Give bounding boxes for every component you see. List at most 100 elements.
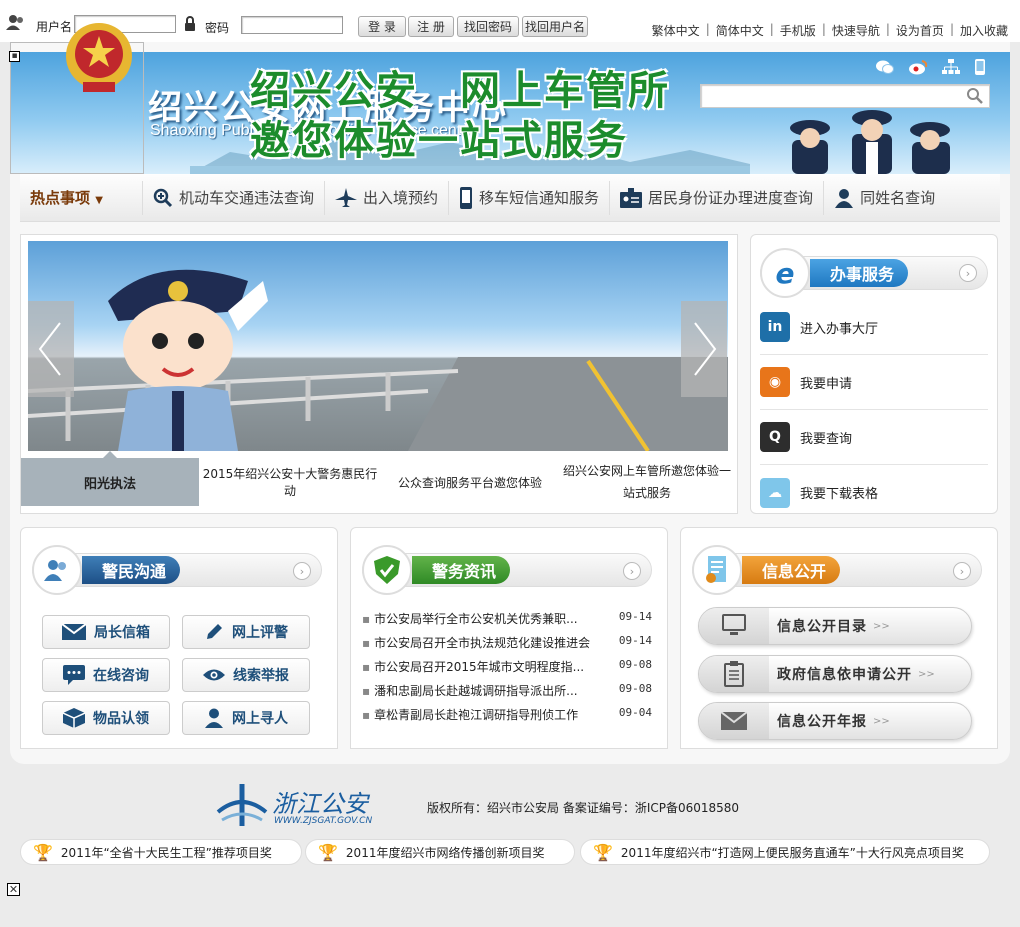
slide-next-button[interactable]	[681, 301, 727, 397]
award-item[interactable]: 🏆 2011年“全省十大民生工程”推荐项目奖	[20, 839, 302, 865]
search-icon[interactable]	[966, 87, 984, 105]
service-item-label: 进入办事大厅	[800, 321, 879, 337]
banner-icons	[876, 59, 986, 75]
service-item-label: 我要申请	[800, 376, 853, 392]
slide-caption-active[interactable]: 阳光执法	[21, 458, 199, 506]
recover-password-button[interactable]: 找回密码	[457, 16, 519, 37]
person-icon	[205, 708, 223, 728]
button-label: 信息公开目录	[777, 619, 867, 635]
police-officers-image	[790, 110, 950, 174]
news-date: 09-08	[618, 658, 652, 671]
nav-item-exit-entry[interactable]: 出入境预约	[324, 180, 448, 215]
award-item[interactable]: 🏆 2011年度绍兴市“打造网上便民服务直通车”十大行风亮点项目奖	[580, 839, 990, 865]
box-icon	[63, 708, 85, 728]
slide-image[interactable]	[28, 241, 728, 451]
button-label: 物品认领	[93, 711, 149, 727]
news-title: 市公安局举行全市公安机关优秀兼职...	[374, 612, 578, 626]
clue-report-button[interactable]: 线索举报	[182, 658, 310, 692]
police-communication-title: 警民沟通	[82, 556, 180, 584]
trophy-icon: 🏆	[33, 842, 53, 862]
news-item[interactable]: ▪ 市公安局召开全市执法规范化建设推进会 09-14	[362, 634, 652, 651]
logo-url: WWW.ZJSGAT.GOV.CN	[274, 816, 373, 826]
award-item[interactable]: 🏆 2011年度绍兴市网络传播创新项目奖	[305, 839, 575, 865]
logo-text: 浙江公安	[272, 790, 368, 818]
service-item-apply[interactable]: ◉ 我要申请	[760, 355, 988, 410]
info-annual-report-button[interactable]: 信息公开年报 >>	[698, 702, 972, 740]
police-more-button[interactable]: ›	[293, 562, 311, 580]
register-button[interactable]: 注 册	[408, 16, 454, 37]
slide-caption[interactable]: 公众查询服务平台邀您体验	[390, 458, 550, 506]
chevron-right-icon	[694, 322, 717, 376]
news-title: 市公安局召开2015年城市文明程度指...	[374, 660, 585, 674]
ie-icon: e	[760, 248, 810, 298]
news-item[interactable]: ▪ 章松青副局长赴袍江调研指导刑侦工作 09-04	[362, 706, 652, 723]
nav-item-move-car-sms[interactable]: 移车短信通知服务	[448, 180, 609, 215]
mobile-phone-icon	[460, 186, 473, 209]
hot-items-dropdown[interactable]: 热点事项 ▼	[20, 187, 142, 208]
news-more-button[interactable]: ›	[623, 562, 641, 580]
envelope-icon	[62, 624, 86, 640]
link-mobile[interactable]: 手机版	[774, 22, 822, 39]
button-label: 信息公开年报	[777, 714, 867, 730]
slide-prev-button[interactable]	[28, 301, 74, 397]
news-item[interactable]: ▪ 市公安局召开2015年城市文明程度指... 09-08	[362, 658, 652, 675]
news-title: 潘和忠副局长赴越城调研指导派出所...	[374, 684, 578, 698]
nav-item-label: 同姓名查询	[860, 189, 936, 207]
nav-item-label: 居民身份证办理进度查询	[648, 189, 814, 207]
copyright-text: 版权所有：绍兴市公安局 备案证编号：浙ICP备06018580	[427, 801, 740, 815]
rate-police-button[interactable]: 网上评警	[182, 615, 310, 649]
police-logo-icon	[216, 784, 268, 826]
login-button[interactable]: 登 录	[358, 16, 406, 37]
button-label: 线索举报	[233, 668, 289, 684]
mailbox-button[interactable]: 局长信箱	[42, 615, 170, 649]
info-catalog-button[interactable]: 信息公开目录 >>	[698, 607, 972, 645]
info-more-button[interactable]: ›	[953, 562, 971, 580]
nav-item-id-card-progress[interactable]: 居民身份证办理进度查询	[609, 180, 823, 215]
pencil-icon	[207, 624, 222, 639]
weibo-icon[interactable]	[908, 59, 928, 75]
link-simplified-chinese[interactable]: 简体中文	[710, 22, 770, 39]
banner-search-input[interactable]	[700, 84, 990, 108]
service-item-label: 我要查询	[800, 431, 853, 447]
service-more-button[interactable]: ›	[959, 264, 977, 282]
sitemap-icon[interactable]	[942, 59, 960, 75]
link-set-homepage[interactable]: 设为首页	[890, 22, 950, 39]
link-quick-nav[interactable]: 快速导航	[826, 22, 886, 39]
slide-headline-2: 邀您体验一站式服务	[250, 117, 628, 164]
trophy-icon: 🏆	[318, 842, 338, 862]
caption-pointer	[103, 451, 117, 458]
police-news-title: 警务资讯	[412, 556, 510, 584]
find-person-button[interactable]: 网上寻人	[182, 701, 310, 735]
password-label: 密码	[205, 21, 230, 35]
mobile-icon[interactable]	[974, 59, 986, 75]
service-item-download[interactable]: ☁ 我要下载表格	[760, 465, 988, 520]
user-icon	[6, 15, 23, 30]
slide-caption[interactable]: 绍兴公安网上车管所邀您体验一站式服务	[560, 458, 734, 506]
cartoon-police-image	[108, 269, 268, 451]
item-claim-button[interactable]: 物品认领	[42, 701, 170, 735]
search-icon: Q	[760, 422, 790, 452]
news-date: 09-14	[618, 610, 652, 623]
magnifier-plus-icon	[153, 188, 173, 207]
info-apply-button[interactable]: 政府信息依申请公开 >>	[698, 655, 972, 693]
news-item[interactable]: ▪ 潘和忠副局长赴越城调研指导派出所... 09-08	[362, 682, 652, 699]
online-consult-button[interactable]: 在线咨询	[42, 658, 170, 692]
close-icon[interactable]: ▪	[9, 51, 20, 62]
recover-username-button[interactable]: 找回用户名	[522, 16, 588, 37]
chat-bubble-icon	[63, 665, 85, 685]
link-traditional-chinese[interactable]: 繁体中文	[646, 22, 706, 39]
news-item[interactable]: ▪ 市公安局举行全市公安机关优秀兼职... 09-14	[362, 610, 652, 627]
nav-item-traffic-violation[interactable]: 机动车交通违法查询	[142, 180, 324, 215]
arrow-glyph: >>	[873, 620, 890, 632]
news-date: 09-04	[618, 706, 652, 719]
link-add-favorite[interactable]: 加入收藏	[954, 22, 1014, 39]
wechat-icon[interactable]	[876, 59, 894, 75]
service-item-query[interactable]: Q 我要查询	[760, 410, 988, 465]
slide-caption[interactable]: 2015年绍兴公安十大警务惠民行动	[199, 458, 381, 506]
service-item-hall[interactable]: in 进入办事大厅	[760, 300, 988, 355]
close-icon[interactable]: ✕	[7, 883, 20, 896]
button-label: 局长信箱	[94, 625, 150, 641]
password-input[interactable]	[241, 16, 343, 34]
button-label: 网上寻人	[232, 711, 288, 727]
nav-item-same-name[interactable]: 同姓名查询	[823, 180, 945, 215]
